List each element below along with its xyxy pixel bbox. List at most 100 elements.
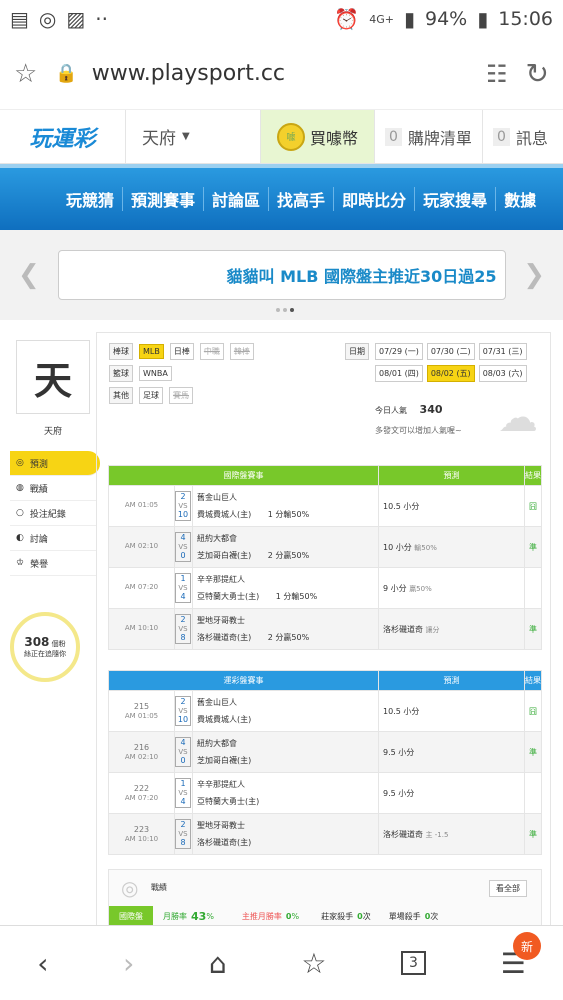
game-time: AM 01:05 xyxy=(124,711,159,720)
tabs-icon[interactable]: 3 xyxy=(401,951,426,975)
handicap-line: 2 分贏50% xyxy=(267,551,310,560)
away-team: 聖地牙哥教士 xyxy=(197,821,245,830)
chevron-left-icon[interactable]: ❮ xyxy=(18,260,40,290)
filter-soccer[interactable]: 足球 xyxy=(139,387,163,404)
bookmarks-icon[interactable]: ☆ xyxy=(301,947,326,980)
nav-play-guess[interactable]: 玩競猜 xyxy=(58,187,124,211)
filter-npb[interactable]: 日棒 xyxy=(169,343,194,360)
view-all-button[interactable]: 看全部 xyxy=(489,880,527,897)
lottery-table: 運彩盤賽事 預測 結果 215 AM 01:05 2 VS 10 舊金山巨人 費城費城人(主… xyxy=(108,670,542,855)
filter-wnba[interactable]: WNBA xyxy=(139,366,172,381)
intl-table: 國際盤賽事 預測 結果 AM 01:05 2 VS 10 舊金山巨人 費城費城人(主) 1… xyxy=(108,465,542,650)
site-logo[interactable]: 玩運彩 xyxy=(0,110,126,163)
home-team: 亞特蘭大勇士(主) 1 分輸50% xyxy=(197,592,318,601)
reload-icon[interactable]: ↻ xyxy=(526,57,549,90)
alarm-icon: ⏰ xyxy=(334,7,360,31)
result: 準 xyxy=(524,526,542,568)
nav-predict[interactable]: 預測賽事 xyxy=(123,187,205,211)
clock: 15:06 xyxy=(498,8,553,30)
date-0802[interactable]: 08/02 (五) xyxy=(426,365,475,382)
prediction: 10.5 小分 xyxy=(383,501,420,511)
star-icon[interactable]: ☆ xyxy=(14,59,37,89)
prediction-note: 輸50% xyxy=(414,543,437,552)
table-row: AM 07:20 1 VS 4 辛辛那提紅人 亞特蘭大勇士(主) 1 分輸50% 9 小分 … xyxy=(108,567,542,609)
prediction: 10 小分 xyxy=(383,542,412,552)
prediction: 9.5 小分 xyxy=(383,788,415,798)
home-icon[interactable]: ⌂ xyxy=(209,947,227,980)
promo-banner: ❮ 貓貓叫 MLB 國際盤主推近30日過25 ❯ xyxy=(0,230,563,320)
user-name: 天府 xyxy=(43,427,62,437)
avatar[interactable]: 天 xyxy=(16,340,90,414)
date-0729[interactable]: 07/29 (一) xyxy=(375,343,423,360)
menu-item-predict[interactable]: ◎ 預測 xyxy=(10,451,100,476)
score-box: 1 VS 4 xyxy=(175,778,191,808)
menu-item-discuss[interactable]: ◐ 討論 xyxy=(10,526,96,551)
prediction: 洛杉磯道奇 xyxy=(383,624,423,634)
news-icon: ▤ xyxy=(10,7,29,31)
menu-item-bet-history[interactable]: ○ 投注紀錄 xyxy=(10,501,96,526)
menu-item-honor[interactable]: ♔ 榮譽 xyxy=(10,551,96,576)
new-badge: 新 xyxy=(513,932,541,960)
chevron-right-icon[interactable]: ❯ xyxy=(523,260,545,290)
carousel-dots xyxy=(276,308,294,312)
away-team: 辛辛那提紅人 xyxy=(197,575,245,584)
filter-kbo[interactable]: 韓棒 xyxy=(229,343,254,360)
table-row: 216 AM 02:10 4 VS 0 紐約大都會 芝加哥白襪(主) 9.5 小分 準 xyxy=(108,731,542,773)
region-selector[interactable]: 天府 ▼ xyxy=(126,110,261,163)
nav-data[interactable]: 數據 xyxy=(496,187,544,211)
nav-player-search[interactable]: 玩家搜尋 xyxy=(415,187,497,211)
table-row: 215 AM 01:05 2 VS 10 舊金山巨人 費城費城人(主) 10.5 小分 囧 xyxy=(108,690,542,732)
buy-coin-button[interactable]: 噱 買噱幣 xyxy=(261,110,375,163)
score-box: 2 VS 8 xyxy=(175,819,191,849)
target-icon: ◎ xyxy=(121,876,139,900)
popularity-count: 340 xyxy=(419,403,443,416)
main-nav: 玩競猜 預測賽事 討論區 找高手 即時比分 玩家搜尋 數據 xyxy=(0,164,563,230)
game-id: 222 xyxy=(133,783,150,793)
result: 準 xyxy=(524,608,542,650)
fans-count: 308 xyxy=(24,635,50,649)
banner-link[interactable]: 貓貓叫 MLB 國際盤主推近30日過25 xyxy=(57,250,506,300)
result: 囧 xyxy=(524,485,542,527)
table-row: AM 02:10 4 VS 0 紐約大都會 芝加哥白襪(主) 2 分贏50% 10 小分 輸… xyxy=(108,526,542,568)
nav-forum[interactable]: 討論區 xyxy=(204,187,270,211)
handicap-line: 2 分贏50% xyxy=(267,633,310,642)
main-content: 天 天府 ◎ 預測 ◍ 戰績 ○ 投注紀錄 ◐ 討論 ♔ 榮譽 308 個粉 絲正在追隨你… xyxy=(0,320,563,930)
home-team: 芝加哥白襪(主) 2 分贏50% xyxy=(197,551,310,560)
handicap-line: 1 分輸50% xyxy=(267,510,310,519)
prediction-note: 讓分 xyxy=(425,625,440,634)
home-team: 費城費城人(主) 1 分輸50% xyxy=(197,510,310,519)
nav-livescore[interactable]: 即時比分 xyxy=(334,187,416,211)
back-icon[interactable]: ‹ xyxy=(37,947,48,980)
battery-icon: ▮ xyxy=(477,7,489,31)
cart-link[interactable]: 0 購牌清單 xyxy=(375,110,483,163)
game-time: AM 01:05 xyxy=(124,501,159,510)
forward-icon[interactable]: › xyxy=(123,947,134,980)
image-icon: ▨ xyxy=(66,7,86,31)
date-0803[interactable]: 08/03 (六) xyxy=(478,365,527,382)
table-row: AM 10:10 2 VS 8 聖地牙哥教士 洛杉磯道奇(主) 2 分贏50% 洛杉磯道奇 … xyxy=(108,608,542,650)
date-0730[interactable]: 07/30 (二) xyxy=(426,343,475,360)
reader-mode-icon[interactable]: ☷ xyxy=(486,60,508,88)
url-bar[interactable]: 🔒 www.playsport.cc xyxy=(55,61,468,86)
chrome-icon: ◎ xyxy=(38,7,57,31)
popularity-hint: 多發文可以增加人氣喔~ xyxy=(375,426,462,435)
filter-horse[interactable]: 賽馬 xyxy=(169,387,193,404)
filter-mlb[interactable]: MLB xyxy=(139,344,164,359)
filter-cpbl[interactable]: 中職 xyxy=(199,343,224,360)
nav-experts[interactable]: 找高手 xyxy=(269,187,335,211)
score-box: 4 VS 0 xyxy=(175,737,191,767)
date-0731[interactable]: 07/31 (三) xyxy=(478,343,527,360)
prediction: 9.5 小分 xyxy=(383,747,415,757)
away-team: 聖地牙哥教士 xyxy=(197,616,245,625)
menu-item-record[interactable]: ◍ 戰績 xyxy=(10,476,96,501)
messages-link[interactable]: 0 訊息 xyxy=(483,110,558,163)
game-id: 223 xyxy=(133,824,150,834)
date-0801[interactable]: 08/01 (四) xyxy=(375,365,423,382)
home-team: 芝加哥白襪(主) xyxy=(197,756,252,765)
game-time: AM 02:10 xyxy=(124,542,159,551)
away-team: 舊金山巨人 xyxy=(197,493,237,502)
away-team: 辛辛那提紅人 xyxy=(197,780,245,789)
signal-icon: ▮ xyxy=(403,7,415,31)
fans-bulb: 308 個粉 絲正在追隨你 xyxy=(10,612,80,682)
score-box: 1 VS 4 xyxy=(175,573,191,603)
